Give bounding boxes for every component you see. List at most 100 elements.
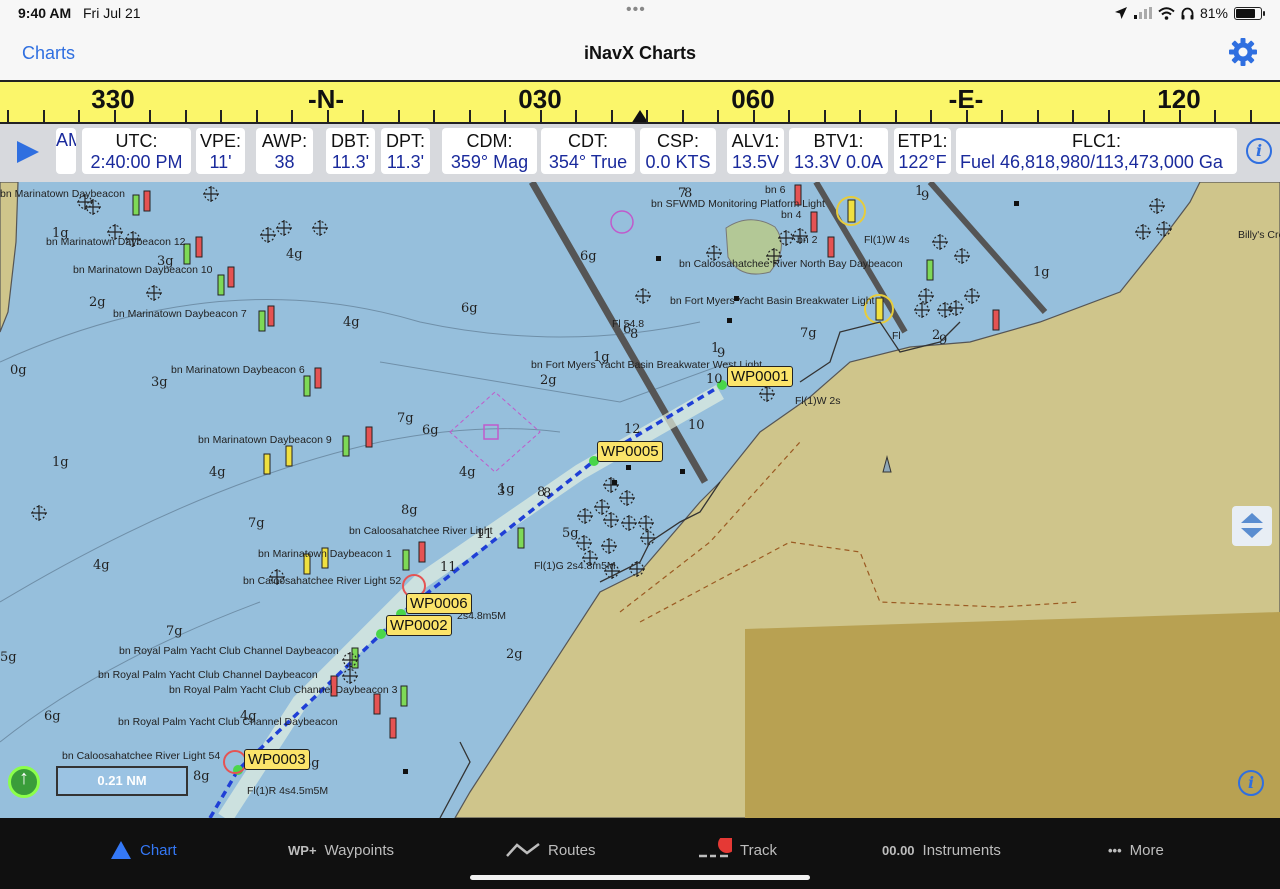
multitask-dots-icon[interactable]: ••• bbox=[626, 1, 646, 19]
obstruction-cross bbox=[932, 234, 948, 250]
feature-label: Fl(1)W 4s bbox=[864, 234, 910, 246]
status-date: Fri Jul 21 bbox=[83, 5, 141, 21]
instrument-alv1[interactable]: ALV1: 13.5V bbox=[727, 128, 784, 174]
feature-label: bn Marinatown Daybeacon 10 bbox=[73, 264, 213, 276]
instrument-cell[interactable]: AM bbox=[56, 128, 76, 174]
rock-icon bbox=[656, 256, 661, 261]
instrument-etp1[interactable]: ETP1: 122°F bbox=[894, 128, 951, 174]
compass-tick bbox=[965, 110, 968, 122]
compass-tick bbox=[1107, 110, 1110, 122]
built-up-area bbox=[745, 612, 1280, 818]
compass-tick bbox=[752, 110, 755, 122]
signal-bars-icon bbox=[1133, 7, 1152, 19]
chart-info-icon[interactable]: i bbox=[1238, 770, 1264, 796]
obstruction-cross bbox=[203, 186, 219, 202]
compass-tick bbox=[539, 110, 542, 122]
depth-sounding: 5g bbox=[562, 526, 579, 541]
compass-tick bbox=[788, 110, 790, 122]
red-daybeacon-icon bbox=[365, 426, 373, 448]
waypoint-label[interactable]: WP0005 bbox=[597, 441, 663, 462]
obstruction-cross bbox=[601, 538, 617, 554]
depth-sounding: 10 bbox=[706, 372, 723, 387]
instrument-cdt[interactable]: CDT: 354° True bbox=[541, 128, 635, 174]
depth-sounding: 12 bbox=[624, 422, 641, 437]
play-icon[interactable] bbox=[14, 138, 42, 166]
tab-chart[interactable]: Chart bbox=[110, 838, 177, 862]
red-daybeacon-icon bbox=[227, 266, 235, 288]
rock-icon bbox=[403, 769, 408, 774]
waypoint-label[interactable]: WP0003 bbox=[244, 749, 310, 770]
instrument-cdm[interactable]: CDM: 359° Mag bbox=[442, 128, 537, 174]
depth-sounding: 11 bbox=[440, 560, 457, 575]
compass-tick bbox=[717, 110, 719, 122]
tab-label: Instruments bbox=[922, 841, 1001, 859]
instrument-key: BTV1: bbox=[813, 131, 864, 151]
feature-label: bn Royal Palm Yacht Club Channel Daybeac… bbox=[118, 716, 338, 728]
feature-label: bn Marinatown Daybeacon 7 bbox=[113, 308, 247, 320]
nautical-chart[interactable]: 1g 3g 4g 2g 4g 0g 3g 6g 1g 4g 7g 6g 4g 7… bbox=[0, 182, 1280, 818]
instrument-value: 354° True bbox=[548, 152, 628, 172]
home-indicator[interactable] bbox=[470, 875, 810, 880]
compass-tick bbox=[184, 110, 187, 122]
tab-instruments[interactable]: 00.00 Instruments bbox=[882, 838, 1001, 862]
scale-bar: 0.21 NM bbox=[56, 766, 188, 796]
depth-sounding: 3 bbox=[497, 484, 506, 499]
waypoint-marker[interactable] bbox=[376, 629, 386, 639]
depth-sounding: 7g bbox=[166, 624, 183, 639]
depth-sounding: 10 bbox=[688, 418, 705, 433]
battery-fill bbox=[1236, 8, 1256, 18]
obstruction-cross bbox=[964, 288, 980, 304]
feature-label: bn Caloosahatchee River Light 52 bbox=[243, 575, 402, 587]
track-record-icon bbox=[699, 838, 732, 858]
compass-tick bbox=[362, 110, 364, 122]
instrument-strip[interactable]: AM UTC: 2:40:00 PM VPE: 11' AWP: 38 DBT:… bbox=[0, 124, 1280, 182]
instrument-btv1[interactable]: BTV1: 13.3V 0.0A bbox=[789, 128, 888, 174]
obstruction-cross bbox=[85, 199, 101, 215]
tab-label: Track bbox=[740, 841, 777, 859]
compass-tick bbox=[1214, 110, 1216, 122]
instrument-key: DPT: bbox=[385, 131, 425, 151]
compass-heading-tape[interactable]: 330 -N- 030 060 -E- 120 bbox=[0, 80, 1280, 124]
tab-track[interactable]: Track bbox=[698, 838, 777, 862]
waypoint-label[interactable]: WP0002 bbox=[386, 615, 452, 636]
instrument-dbt[interactable]: DBT: 11.3' bbox=[326, 128, 375, 174]
wifi-icon bbox=[1158, 6, 1175, 20]
instruments-info-icon[interactable]: i bbox=[1246, 138, 1272, 164]
instrument-value: 2:40:00 PM bbox=[90, 152, 183, 172]
instrument-awp[interactable]: AWP: 38 bbox=[256, 128, 313, 174]
feature-label: bn Marinatown Daybeacon 1 bbox=[258, 548, 392, 560]
instrument-flc1[interactable]: FLC1: Fuel 46,818,980/113,473,000 Ga bbox=[956, 128, 1237, 174]
instrument-utc[interactable]: UTC: 2:40:00 PM bbox=[82, 128, 191, 174]
tab-waypoints[interactable]: WP+ Waypoints bbox=[288, 838, 394, 862]
waypoint-label[interactable]: WP0006 bbox=[406, 593, 472, 614]
red-daybeacon-icon bbox=[810, 211, 818, 233]
location-arrow-icon bbox=[1114, 7, 1127, 19]
feature-label: bn Royal Palm Yacht Club Channel Daybeac… bbox=[169, 684, 398, 696]
instruments-icon: 00.00 bbox=[882, 842, 915, 858]
instrument-dpt[interactable]: DPT: 11.3' bbox=[381, 128, 430, 174]
tab-routes[interactable]: Routes bbox=[506, 838, 596, 862]
feature-label: bn Marinatown Daybeacon 9 bbox=[198, 434, 332, 446]
tab-more[interactable]: ••• More bbox=[1108, 838, 1164, 862]
obstruction-cross bbox=[146, 285, 162, 301]
compass-tick bbox=[1036, 110, 1039, 122]
north-up-button[interactable] bbox=[8, 766, 40, 798]
depth-sounding: 6g bbox=[580, 249, 597, 264]
compass-tick bbox=[1072, 110, 1074, 122]
compass-tick bbox=[78, 110, 80, 122]
instrument-vpe[interactable]: VPE: 11' bbox=[196, 128, 245, 174]
feature-label: bn Marinatown Daybeacon 6 bbox=[171, 364, 305, 376]
obstruction-cross bbox=[619, 490, 635, 506]
gear-icon[interactable] bbox=[1228, 37, 1258, 67]
green-daybeacon-icon bbox=[517, 527, 525, 549]
compass-tick bbox=[7, 110, 9, 122]
depth-sounding: 8g bbox=[401, 503, 418, 518]
west-shore-land bbox=[0, 182, 19, 333]
instrument-csp[interactable]: CSP: 0.0 KTS bbox=[640, 128, 716, 174]
rock-icon bbox=[727, 318, 732, 323]
compass-tick bbox=[468, 110, 471, 122]
compass-tick bbox=[575, 110, 577, 122]
waypoint-label[interactable]: WP0001 bbox=[727, 366, 793, 387]
scroll-updown-button[interactable] bbox=[1232, 506, 1272, 546]
instrument-value: 0.0 KTS bbox=[645, 152, 711, 172]
